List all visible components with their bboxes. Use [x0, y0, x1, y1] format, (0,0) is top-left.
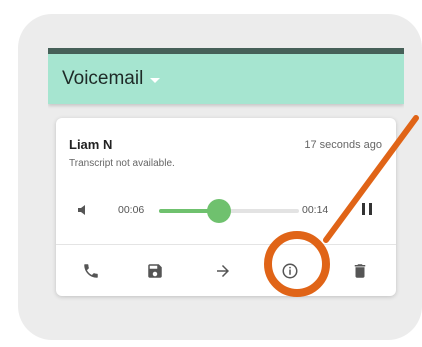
highlight-pointer-line [323, 115, 419, 243]
